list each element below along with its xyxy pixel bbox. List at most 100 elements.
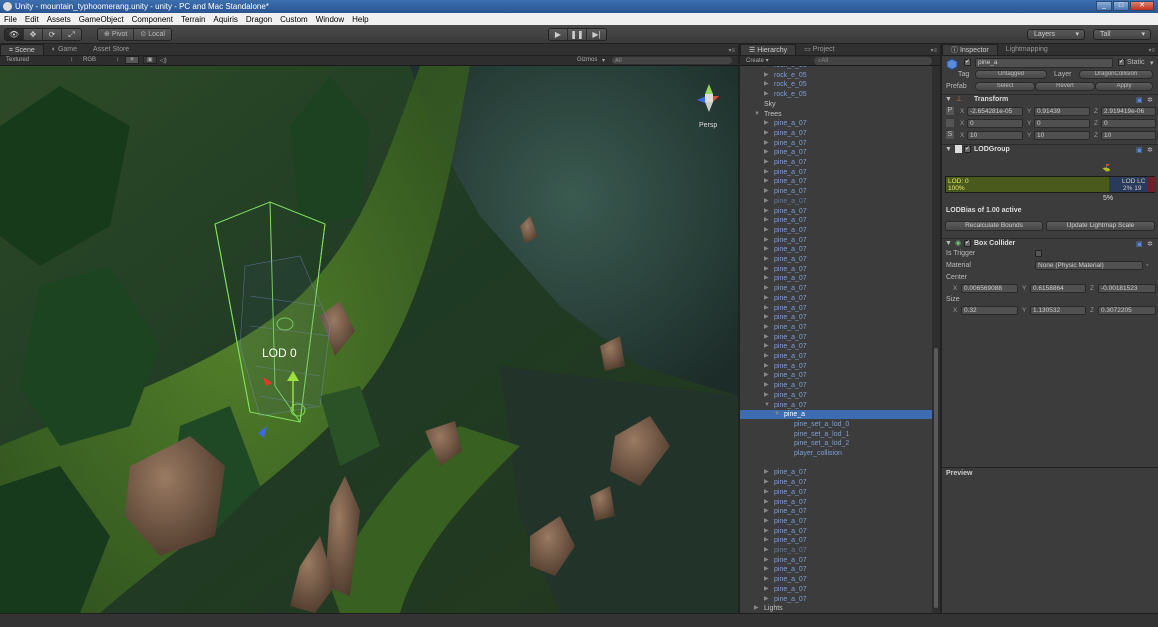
foldout-collapsed-icon[interactable]: ▶ bbox=[764, 488, 769, 497]
hierarchy-row[interactable]: ▶ pine_a_07 bbox=[740, 527, 932, 536]
menu-assets[interactable]: Assets bbox=[43, 15, 75, 24]
pivot-toggle[interactable]: ⊕ Pivot bbox=[98, 29, 135, 40]
tab-inspector[interactable]: ⓘ Inspector bbox=[942, 44, 998, 55]
layers-dropdown[interactable]: Layers ▾ bbox=[1027, 29, 1085, 40]
tab-project[interactable]: ▭ Project bbox=[796, 44, 842, 55]
hierarchy-row[interactable]: ▶ Lights bbox=[740, 604, 932, 613]
foldout-collapsed-icon[interactable]: ▶ bbox=[764, 177, 769, 186]
menu-aquiris[interactable]: Aquiris bbox=[209, 15, 241, 24]
position-z-field[interactable]: 2.919419e-06 bbox=[1101, 107, 1156, 116]
foldout-collapsed-icon[interactable]: ▶ bbox=[764, 352, 769, 361]
step-button[interactable]: ▶| bbox=[587, 29, 606, 40]
hierarchy-row[interactable]: ▶ pine_a_07 bbox=[740, 595, 932, 604]
prefab-apply-button[interactable]: Apply bbox=[1095, 82, 1153, 91]
tab-asset-store[interactable]: Asset Store bbox=[85, 44, 137, 55]
audio-toggle-icon[interactable]: ◁) bbox=[160, 57, 167, 64]
scene-search-input[interactable]: ⌕ All bbox=[612, 57, 732, 64]
hierarchy-row[interactable]: ▶ pine_a_07 bbox=[740, 478, 932, 487]
rotation-y-field[interactable]: 0 bbox=[1034, 119, 1090, 128]
hierarchy-row[interactable]: ▶ pine_a_07 bbox=[740, 226, 932, 235]
hierarchy-row[interactable]: ▶ pine_a_07 bbox=[740, 284, 932, 293]
hierarchy-row[interactable]: ▶ pine_a_07 bbox=[740, 139, 932, 148]
foldout-collapsed-icon[interactable]: ▶ bbox=[764, 556, 769, 565]
menu-component[interactable]: Component bbox=[128, 15, 177, 24]
hierarchy-row[interactable]: pine_set_a_lod_1 bbox=[740, 430, 932, 439]
hierarchy-row[interactable]: ▶ pine_a_07 bbox=[740, 507, 932, 516]
static-dropdown-icon[interactable]: ▾ bbox=[1150, 59, 1154, 67]
menu-custom[interactable]: Custom bbox=[276, 15, 312, 24]
menu-help[interactable]: Help bbox=[348, 15, 372, 24]
scene-lighting-toggle[interactable]: ☀ bbox=[125, 56, 139, 64]
active-checkbox[interactable]: ✓ bbox=[964, 59, 971, 66]
local-toggle[interactable]: ⊙ Local bbox=[134, 29, 171, 40]
foldout-collapsed-icon[interactable]: ▶ bbox=[764, 236, 769, 245]
menu-edit[interactable]: Edit bbox=[21, 15, 43, 24]
material-field[interactable]: None (Physic Material) bbox=[1035, 261, 1143, 270]
foldout-collapsed-icon[interactable]: ▶ bbox=[764, 323, 769, 332]
pause-button[interactable]: ❚❚ bbox=[568, 29, 587, 40]
hierarchy-row[interactable]: ▶ pine_a_07 bbox=[740, 342, 932, 351]
hierarchy-row[interactable]: Sky bbox=[740, 100, 932, 109]
foldout-collapsed-icon[interactable]: ▶ bbox=[764, 517, 769, 526]
foldout-collapsed-icon[interactable]: ▶ bbox=[764, 333, 769, 342]
boxcollider-enabled-checkbox[interactable]: ✓ bbox=[964, 240, 971, 247]
foldout-collapsed-icon[interactable]: ▶ bbox=[764, 391, 769, 400]
object-picker-icon[interactable]: ◦ bbox=[1146, 262, 1148, 269]
hierarchy-row[interactable]: ▶ pine_a_07 bbox=[740, 158, 932, 167]
foldout-collapsed-icon[interactable]: ▶ bbox=[764, 498, 769, 507]
foldout-collapsed-icon[interactable]: ▶ bbox=[764, 274, 769, 283]
menu-file[interactable]: File bbox=[0, 15, 21, 24]
scale-y-field[interactable]: 10 bbox=[1034, 131, 1090, 140]
foldout-collapsed-icon[interactable]: ▶ bbox=[764, 313, 769, 322]
foldout-collapsed-icon[interactable]: ▶ bbox=[764, 197, 769, 206]
gear-icon[interactable]: ✲ bbox=[1147, 240, 1153, 248]
hierarchy-row[interactable]: ▶ pine_a_07 bbox=[740, 148, 932, 157]
help-book-icon[interactable]: ▣ bbox=[1136, 240, 1143, 248]
menu-dragon[interactable]: Dragon bbox=[242, 15, 276, 24]
color-mode-dropdown[interactable]: RGB bbox=[83, 57, 96, 63]
static-checkbox[interactable]: ✓ bbox=[1118, 59, 1125, 66]
foldout-collapsed-icon[interactable]: ▶ bbox=[764, 129, 769, 138]
foldout-collapsed-icon[interactable]: ▶ bbox=[764, 80, 769, 89]
hierarchy-row[interactable]: ▶ pine_a_07 bbox=[740, 177, 932, 186]
foldout-collapsed-icon[interactable]: ▶ bbox=[764, 284, 769, 293]
boxcollider-header[interactable]: ▼ ◉ ✓ Box Collider ▣ ✲ bbox=[942, 238, 1158, 249]
minimize-button[interactable]: _ bbox=[1096, 1, 1112, 11]
lod-camera-icon[interactable]: ⛳ bbox=[1102, 164, 1111, 172]
transform-header[interactable]: ▼ ⊥ Transform ▣ ✲ bbox=[942, 94, 1158, 105]
create-dropdown[interactable]: Create ▾ bbox=[746, 57, 769, 64]
center-z-field[interactable]: -0.00181523 bbox=[1098, 284, 1156, 293]
panel-menu-icon[interactable]: ▾≡ bbox=[1148, 47, 1155, 54]
foldout-collapsed-icon[interactable]: ▶ bbox=[764, 255, 769, 264]
foldout-collapsed-icon[interactable]: ▶ bbox=[764, 148, 769, 157]
layer-dropdown[interactable]: DragonCollision bbox=[1079, 70, 1153, 79]
layout-dropdown[interactable]: Tall ▾ bbox=[1093, 29, 1151, 40]
size-y-field[interactable]: 1.130532 bbox=[1030, 306, 1086, 315]
foldout-collapsed-icon[interactable]: ▶ bbox=[764, 90, 769, 99]
render-mode-dropdown[interactable]: Textured bbox=[6, 57, 29, 63]
foldout-collapsed-icon[interactable]: ▶ bbox=[764, 381, 769, 390]
foldout-collapsed-icon[interactable]: ▶ bbox=[764, 565, 769, 574]
foldout-collapsed-icon[interactable]: ▶ bbox=[764, 371, 769, 380]
scale-tool-button[interactable]: ⤢ bbox=[62, 29, 81, 40]
rotation-x-field[interactable]: 0 bbox=[967, 119, 1023, 128]
hierarchy-row[interactable]: ▶ pine_a_07 bbox=[740, 391, 932, 400]
foldout-collapsed-icon[interactable]: ▶ bbox=[764, 478, 769, 487]
hierarchy-row[interactable]: ▶ pine_a_07 bbox=[740, 168, 932, 177]
foldout-collapsed-icon[interactable]: ▶ bbox=[764, 536, 769, 545]
hierarchy-row[interactable]: ▶ pine_a_07 bbox=[740, 197, 932, 206]
rotate-tool-button[interactable]: ⟳ bbox=[43, 29, 62, 40]
foldout-collapsed-icon[interactable]: ▶ bbox=[764, 362, 769, 371]
foldout-collapsed-icon[interactable]: ▶ bbox=[764, 207, 769, 216]
hierarchy-row[interactable]: ▶ pine_a_07 bbox=[740, 216, 932, 225]
hierarchy-row[interactable]: ▶ pine_a_07 bbox=[740, 119, 932, 128]
position-x-field[interactable]: -2.654281e-05 bbox=[967, 107, 1023, 116]
center-y-field[interactable]: 0.6158864 bbox=[1030, 284, 1086, 293]
hand-tool-button[interactable]: 👁 bbox=[5, 29, 24, 40]
update-lightmap-scale-button[interactable]: Update Lightmap Scale bbox=[1046, 221, 1155, 231]
foldout-collapsed-icon[interactable]: ▶ bbox=[764, 595, 769, 604]
foldout-collapsed-icon[interactable]: ▶ bbox=[764, 468, 769, 477]
foldout-expanded-icon[interactable]: ▼ bbox=[754, 110, 760, 119]
rotation-z-field[interactable]: 0 bbox=[1101, 119, 1156, 128]
hierarchy-search-input[interactable]: ⌕All bbox=[814, 57, 932, 65]
